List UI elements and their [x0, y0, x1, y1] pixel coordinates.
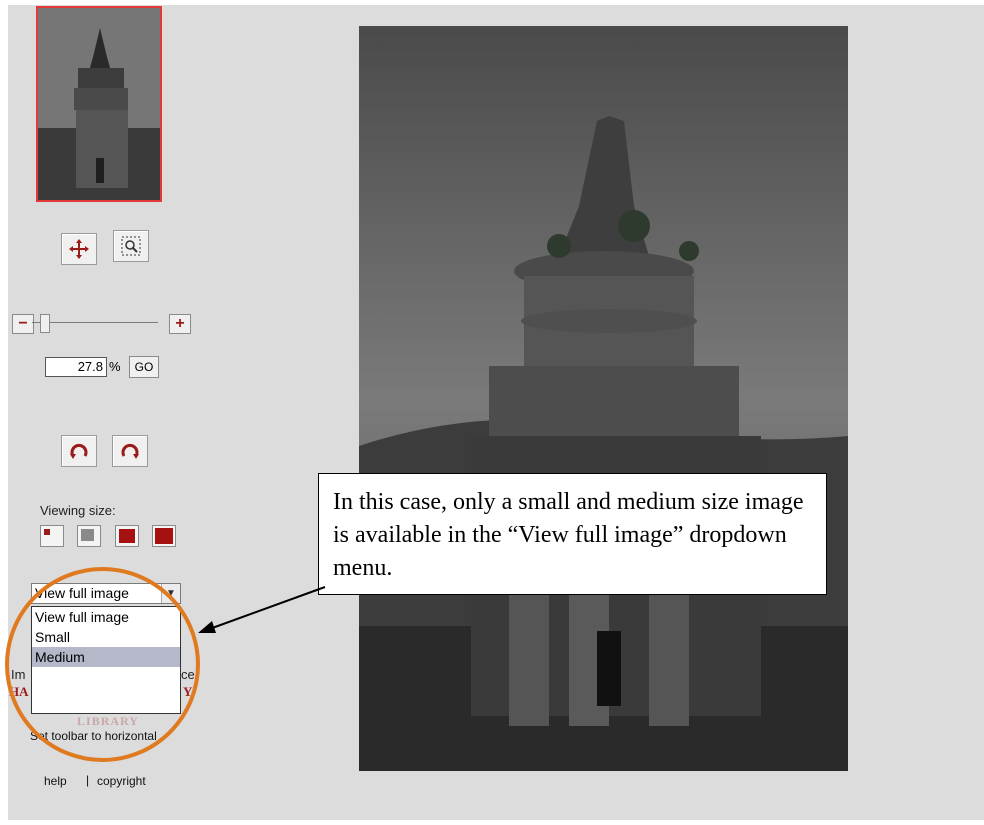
- pan-button[interactable]: [61, 233, 97, 265]
- highlight-circle: [5, 567, 200, 762]
- size-option-full[interactable]: [152, 525, 176, 547]
- help-link[interactable]: help: [44, 774, 67, 788]
- rotate-right-button[interactable]: [112, 435, 148, 467]
- percent-sign: %: [109, 359, 121, 374]
- viewing-size-label: Viewing size:: [40, 503, 116, 518]
- go-button[interactable]: GO: [129, 356, 159, 378]
- annotation-callout: In this case, only a small and medium si…: [318, 473, 827, 595]
- thumbnail-navigator[interactable]: [36, 6, 162, 202]
- rotate-right-icon: [121, 443, 139, 459]
- callout-arrow: [198, 586, 326, 633]
- rotate-left-icon: [70, 443, 88, 459]
- zoom-slider-handle[interactable]: [40, 314, 50, 333]
- size-medium-icon: [81, 529, 94, 541]
- zoom-region-button[interactable]: [113, 230, 149, 262]
- size-small-icon: [44, 529, 50, 535]
- size-option-large[interactable]: [115, 525, 139, 547]
- zoom-slider-track[interactable]: [32, 322, 158, 323]
- size-option-medium[interactable]: [77, 525, 101, 547]
- zoom-percent-input[interactable]: 27.8: [45, 357, 107, 377]
- zoom-region-icon: [121, 236, 141, 256]
- rotate-left-button[interactable]: [61, 435, 97, 467]
- size-option-small[interactable]: [40, 525, 64, 547]
- pan-icon: [69, 239, 89, 259]
- zoom-in-button[interactable]: +: [169, 314, 191, 334]
- size-full-icon: [155, 528, 173, 544]
- link-separator: |: [86, 773, 90, 787]
- copyright-link[interactable]: copyright: [97, 774, 146, 788]
- zoom-out-button[interactable]: −: [12, 314, 34, 334]
- main-image[interactable]: [359, 26, 848, 771]
- size-large-icon: [119, 529, 135, 543]
